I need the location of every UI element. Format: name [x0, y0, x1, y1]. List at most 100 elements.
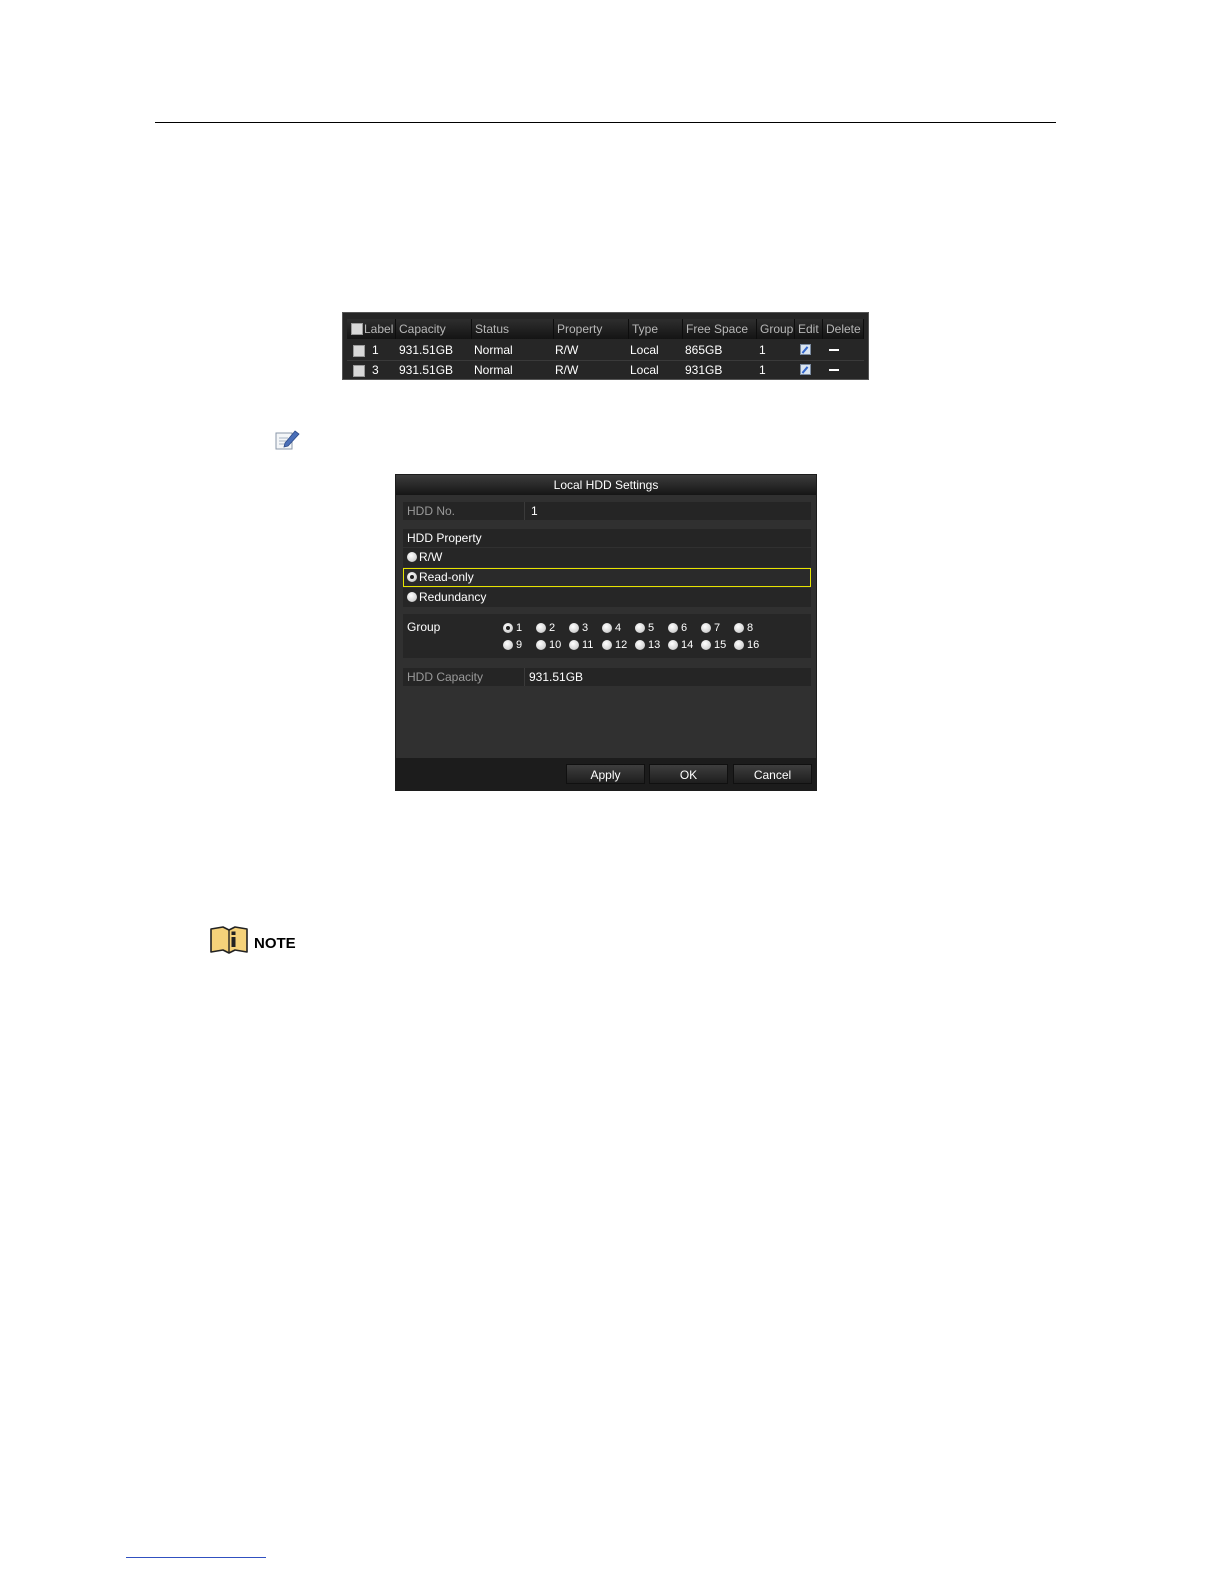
note-book-icon: [210, 926, 248, 954]
cell-label: 1: [372, 343, 379, 357]
cell-capacity: 931.51GB: [399, 363, 454, 377]
local-hdd-settings-dialog: Local HDD Settings HDD No. 1 HDD Propert…: [395, 474, 817, 791]
radio-button[interactable]: [701, 640, 711, 650]
column-label-text: Label: [364, 322, 394, 336]
cell-type: Local: [630, 343, 659, 357]
table-row[interactable]: 3 931.51GB Normal R/W Local 931GB 1: [347, 360, 864, 379]
group-selector: Group 1 2 3 4 5 6 7 8 9 10 11 12 13 14 1…: [403, 614, 811, 658]
radio-button[interactable]: [569, 640, 579, 650]
divider: [524, 668, 525, 686]
column-header-status: Status: [472, 319, 554, 339]
table-header: Label Capacity Status Property Type Free…: [347, 319, 864, 339]
hdd-no-label: HDD No.: [407, 504, 456, 518]
radio-button[interactable]: [503, 640, 513, 650]
option-label: 12: [615, 639, 628, 651]
radio-button[interactable]: [569, 623, 579, 633]
option-label: R/W: [419, 550, 443, 564]
delete-icon[interactable]: [829, 369, 839, 371]
cancel-button[interactable]: Cancel: [733, 764, 812, 784]
table-row[interactable]: 1 931.51GB Normal R/W Local 865GB 1: [347, 341, 864, 359]
option-label: 3: [582, 622, 589, 634]
group-label: Group: [407, 620, 441, 634]
cell-free-space: 865GB: [685, 343, 723, 357]
header-rule: [155, 122, 1056, 123]
hdd-no-value: 1: [531, 504, 538, 518]
option-label: 11: [582, 639, 594, 651]
cell-capacity: 931.51GB: [399, 343, 454, 357]
option-label: 15: [714, 639, 727, 651]
option-label: 8: [747, 622, 754, 634]
property-option-read-only[interactable]: Read-only: [403, 568, 811, 587]
cell-type: Local: [630, 363, 659, 377]
radio-button-selected[interactable]: [503, 623, 513, 633]
option-label: Redundancy: [419, 590, 487, 604]
cell-group: 1: [759, 363, 766, 377]
hdd-no-row: HDD No. 1: [403, 502, 811, 520]
column-header-type: Type: [629, 319, 683, 339]
radio-button[interactable]: [536, 640, 546, 650]
cell-status: Normal: [474, 343, 513, 357]
footer-link-underline: [126, 1557, 266, 1558]
cell-property: R/W: [555, 363, 579, 377]
column-header-edit: Edit: [795, 319, 823, 339]
row-checkbox[interactable]: [353, 365, 365, 377]
option-label: 5: [648, 622, 655, 634]
radio-button-selected[interactable]: [407, 572, 417, 582]
option-label: 14: [681, 639, 694, 651]
radio-button[interactable]: [407, 592, 417, 602]
column-header-capacity: Capacity: [396, 319, 472, 339]
column-header-free-space: Free Space: [683, 319, 757, 339]
cell-free-space: 931GB: [685, 363, 723, 377]
divider: [524, 502, 525, 520]
cell-group: 1: [759, 343, 766, 357]
radio-button[interactable]: [668, 623, 678, 633]
select-all-checkbox[interactable]: [351, 323, 363, 335]
option-label: 10: [549, 639, 562, 651]
column-header-property: Property: [554, 319, 629, 339]
edit-icon: [275, 430, 300, 450]
option-label: 16: [747, 639, 760, 651]
radio-button[interactable]: [602, 623, 612, 633]
hdd-capacity-row: HDD Capacity 931.51GB: [403, 668, 811, 686]
radio-button[interactable]: [407, 552, 417, 562]
radio-button[interactable]: [536, 623, 546, 633]
property-option-rw[interactable]: R/W: [403, 548, 811, 567]
hdd-capacity-value: 931.51GB: [529, 670, 584, 684]
radio-button[interactable]: [668, 640, 678, 650]
dialog-title: Local HDD Settings: [396, 475, 816, 495]
note-callout: NOTE: [209, 925, 296, 955]
edit-icon[interactable]: [800, 344, 811, 355]
hdd-table: Label Capacity Status Property Type Free…: [342, 312, 869, 380]
ok-button[interactable]: OK: [649, 764, 728, 784]
column-header-label: Label: [347, 319, 396, 339]
radio-button[interactable]: [602, 640, 612, 650]
hdd-property-label: HDD Property: [407, 531, 482, 545]
option-label: 4: [615, 622, 622, 634]
cell-property: R/W: [555, 343, 579, 357]
row-checkbox[interactable]: [353, 345, 365, 357]
option-label: 6: [681, 622, 688, 634]
edit-icon[interactable]: [800, 364, 811, 375]
radio-button[interactable]: [701, 623, 711, 633]
radio-button[interactable]: [734, 640, 744, 650]
radio-button[interactable]: [635, 623, 645, 633]
hdd-capacity-label: HDD Capacity: [407, 670, 484, 684]
apply-button[interactable]: Apply: [566, 764, 645, 784]
cell-status: Normal: [474, 363, 513, 377]
option-label: 13: [648, 639, 661, 651]
option-label: 9: [516, 639, 523, 651]
cell-label: 3: [372, 363, 379, 377]
option-label: 2: [549, 622, 556, 634]
radio-button[interactable]: [734, 623, 744, 633]
note-label: NOTE: [254, 935, 296, 952]
option-label: 7: [714, 622, 721, 634]
hdd-property-header: HDD Property: [403, 529, 811, 547]
property-option-redundancy[interactable]: Redundancy: [403, 588, 811, 607]
column-header-delete: Delete: [823, 319, 864, 339]
option-label: Read-only: [419, 570, 474, 584]
delete-icon[interactable]: [829, 349, 839, 351]
option-label: 1: [516, 622, 523, 634]
button-bar: Apply OK Cancel: [396, 758, 816, 790]
radio-button[interactable]: [635, 640, 645, 650]
column-header-group: Group: [757, 319, 795, 339]
